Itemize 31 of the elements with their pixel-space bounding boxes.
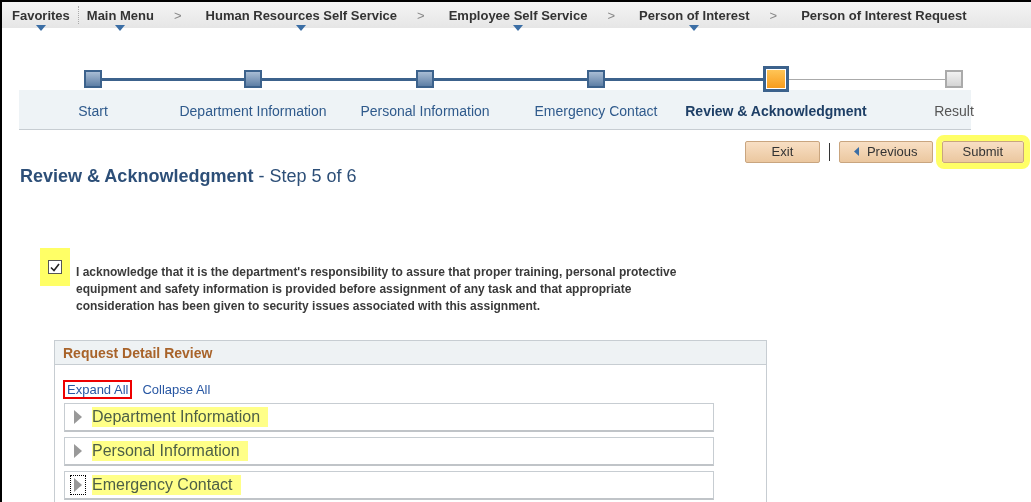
toggle-link[interactable]: Expand All: [64, 381, 132, 398]
step-label[interactable]: Start: [78, 92, 108, 129]
section-title: Personal Information: [92, 441, 248, 461]
step-label[interactable]: Review & Acknowledgment: [685, 92, 867, 129]
breadcrumb-link[interactable]: Person of Interest Request: [797, 7, 971, 23]
panel-title: Request Detail Review: [63, 344, 213, 361]
collapsible-section[interactable]: Department Information: [64, 403, 714, 432]
section-title: Emergency Contact: [92, 475, 241, 495]
step-label[interactable]: Department Information: [179, 92, 327, 129]
action-button[interactable]: Exit: [744, 140, 820, 163]
section-title: Department Information: [92, 407, 269, 427]
acknowledgment-text: I acknowledge that it is the department's responsibility to assure that proper training, personal protective equipment and safety information is provided before assignment of any task and that appropriate consideration has been given to security issues associated with this assignment.: [76, 264, 678, 315]
breadcrumb-separator: >: [174, 7, 182, 23]
breadcrumb-link[interactable]: Favorites: [8, 7, 74, 23]
step-label[interactable]: Personal Information: [360, 92, 490, 129]
left-arrow-icon: [853, 147, 859, 156]
breadcrumb-separator: >: [607, 7, 615, 23]
step-label[interactable]: Emergency Contact: [534, 92, 658, 129]
breadcrumb-separator: >: [769, 7, 778, 23]
breadcrumb-link[interactable]: Person of Interest: [635, 7, 754, 23]
breadcrumb-link[interactable]: Human Resources Self Service: [201, 7, 402, 23]
step-label[interactable]: Result: [934, 92, 974, 129]
previous-button[interactable]: Previous: [838, 140, 933, 163]
page-title: Review & Acknowledgment - Step 5 of 6: [20, 166, 358, 187]
breadcrumb-separator: >: [417, 7, 425, 23]
collapsible-section[interactable]: Personal Information: [64, 437, 714, 466]
breadcrumb-link[interactable]: Employee Self Service: [444, 7, 592, 23]
toggle-link[interactable]: Collapse All: [139, 381, 214, 398]
acknowledge-checkbox[interactable]: [48, 260, 62, 274]
collapsible-section[interactable]: Emergency Contact: [64, 471, 714, 500]
breadcrumb-link[interactable]: Main Menu: [82, 7, 158, 23]
